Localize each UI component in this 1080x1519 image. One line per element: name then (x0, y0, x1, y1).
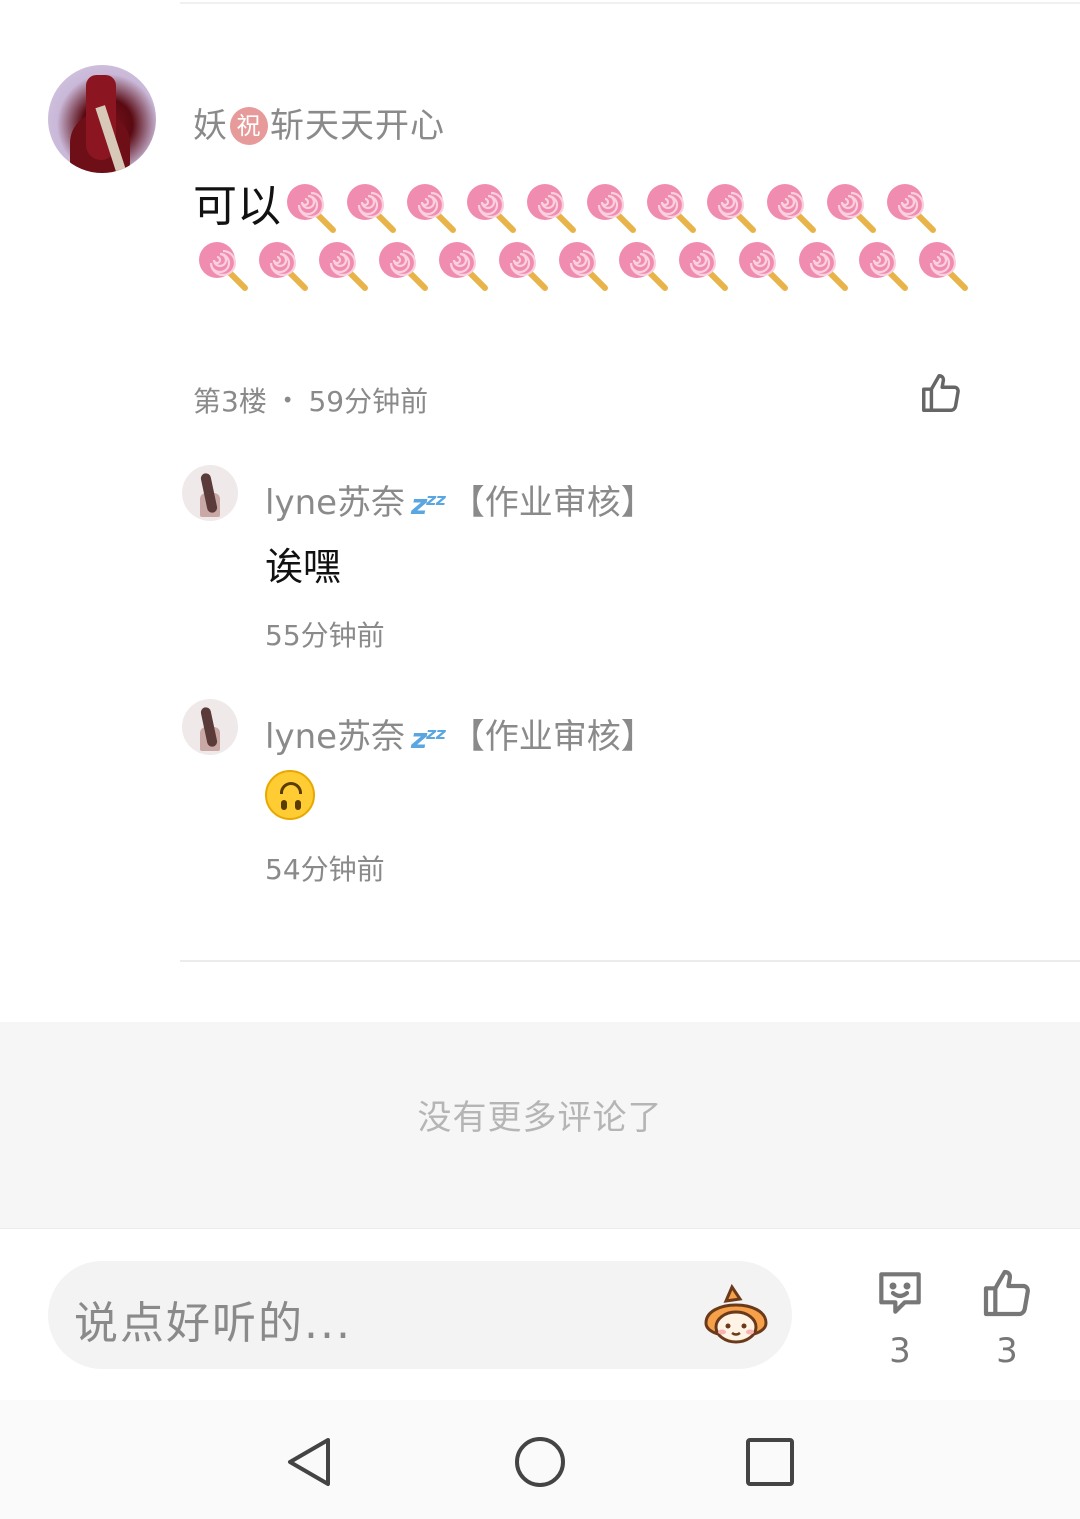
floor-number: 第3楼 (193, 385, 267, 418)
upside-down-face-icon[interactable] (265, 770, 315, 820)
lollipop-icon (461, 178, 521, 236)
thumbs-up-icon (972, 1265, 1042, 1325)
back-icon[interactable] (282, 1434, 338, 1490)
lollipop-icon (733, 236, 793, 294)
reply-time: 54分钟前 (265, 853, 385, 886)
lollipop-icon (401, 178, 461, 236)
lollipop-icon (913, 236, 973, 294)
celebration-badge: 祝 (230, 107, 268, 145)
lollipop-icon (853, 236, 913, 294)
no-more-comments-section: 没有更多评论了 (0, 1022, 1080, 1228)
lollipop-icon (793, 236, 853, 294)
sleep-zzz-icon: zᶻᶻ (411, 722, 447, 755)
reply-tag: 【作业审核】 (450, 717, 655, 757)
lollipop-icon (313, 236, 373, 294)
home-icon[interactable] (512, 1434, 568, 1490)
lollipop-icon (821, 178, 881, 236)
reply-text[interactable]: 诶嘿 (265, 536, 341, 591)
comment-count-button[interactable]: 3 (865, 1265, 935, 1371)
lollipop-icon (641, 178, 701, 236)
comments-divider (180, 960, 1080, 962)
lollipop-icon (193, 236, 253, 294)
lollipop-icon (581, 178, 641, 236)
lollipop-icon (881, 178, 941, 236)
like-count: 3 (996, 1331, 1018, 1371)
lollipop-icon (553, 236, 613, 294)
system-nav-bar (0, 1400, 1080, 1519)
comment-text[interactable]: 可以 (193, 178, 983, 294)
recent-apps-icon[interactable] (742, 1434, 798, 1490)
comment-input[interactable]: 说点好听的... (48, 1261, 792, 1369)
lollipop-icon (493, 236, 553, 294)
comment-meta: 第3楼 • 59分钟前 (193, 380, 428, 420)
lollipop-icon (673, 236, 733, 294)
comment-bubble-icon (865, 1265, 935, 1325)
comment-count: 3 (889, 1331, 911, 1371)
no-more-comments-text: 没有更多评论了 (417, 1098, 663, 1138)
mascot-emoji-icon[interactable] (696, 1279, 776, 1351)
reply-avatar[interactable] (182, 465, 238, 521)
lollipop-icon (521, 178, 581, 236)
sleep-zzz-icon: zᶻᶻ (411, 488, 447, 521)
lollipop-emoji-list (193, 178, 973, 291)
reply-avatar[interactable] (182, 699, 238, 755)
lollipop-icon (761, 178, 821, 236)
lollipop-icon (253, 236, 313, 294)
reply-username[interactable]: lyne苏奈 zᶻᶻ 【作业审核】 (265, 475, 655, 524)
thumbs-up-icon[interactable] (918, 370, 964, 416)
lollipop-icon (433, 236, 493, 294)
lollipop-icon (281, 178, 341, 236)
reply-time: 55分钟前 (265, 619, 385, 652)
comment-username[interactable]: 妖祝斩天天开心 (193, 98, 445, 147)
lollipop-icon (341, 178, 401, 236)
comment-time: 59分钟前 (308, 385, 429, 418)
reply-tag: 【作业审核】 (450, 483, 655, 523)
reply-username[interactable]: lyne苏奈 zᶻᶻ 【作业审核】 (265, 709, 655, 758)
comment-input-bar: 说点好听的... 3 3 (0, 1228, 1080, 1400)
comment-input-placeholder: 说点好听的... (74, 1298, 352, 1349)
lollipop-icon (373, 236, 433, 294)
lollipop-icon (701, 178, 761, 236)
meta-separator: • (281, 388, 294, 412)
like-count-button[interactable]: 3 (972, 1265, 1042, 1371)
top-divider (180, 2, 1080, 4)
lollipop-icon (613, 236, 673, 294)
avatar[interactable] (48, 65, 156, 173)
